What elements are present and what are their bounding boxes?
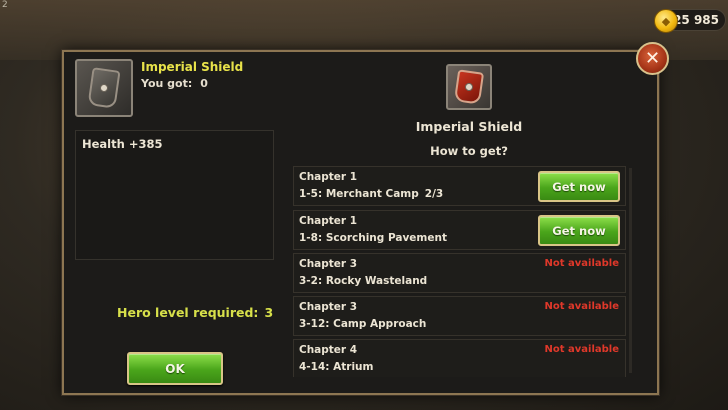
source-chapter: Chapter 3 xyxy=(299,258,358,270)
hero-level-label: Hero level required: xyxy=(117,305,259,320)
stage-name: 1-5: Merchant Camp xyxy=(299,188,419,200)
source-row: Chapter 4 4-14: Atrium Not available xyxy=(293,339,626,377)
item-icon-preview xyxy=(446,64,492,110)
shield-boss xyxy=(464,82,474,92)
source-stage: 1-5: Merchant Camp 2/3 xyxy=(299,188,443,200)
source-stage: 3-2: Rocky Wasteland xyxy=(299,275,427,287)
source-row: Chapter 3 3-2: Rocky Wasteland Not avail… xyxy=(293,253,626,293)
get-now-button[interactable]: Get now xyxy=(538,215,620,246)
hero-level-value: 3 xyxy=(264,305,274,320)
source-row: Chapter 1 1-5: Merchant Camp 2/3 Get now xyxy=(293,166,626,206)
source-stage: 1-8: Scorching Pavement xyxy=(299,232,447,244)
source-chapter: Chapter 3 xyxy=(299,301,358,313)
corner-number: 2 xyxy=(2,0,8,10)
you-got: You got: 0 xyxy=(141,77,208,90)
shield-boss xyxy=(99,83,109,93)
source-chapter: Chapter 1 xyxy=(299,215,358,227)
source-stage: 4-14: Atrium xyxy=(299,361,373,373)
shield-icon xyxy=(453,69,485,105)
not-available-label: Not available xyxy=(544,258,620,269)
stage-name: 3-2: Rocky Wasteland xyxy=(299,275,428,287)
shield-icon xyxy=(87,67,121,109)
source-list-scrollbar[interactable] xyxy=(629,168,632,373)
item-title: Imperial Shield xyxy=(141,60,244,74)
source-row: Chapter 1 1-8: Scorching Pavement Get no… xyxy=(293,210,626,250)
source-chapter: Chapter 4 xyxy=(299,344,358,356)
get-now-button[interactable]: Get now xyxy=(538,171,620,202)
gold-amount: 25 985 xyxy=(673,13,719,27)
how-to-get-heading: How to get? xyxy=(430,144,508,158)
ok-button[interactable]: OK xyxy=(127,352,223,385)
you-got-value: 0 xyxy=(200,77,208,90)
source-item-title: Imperial Shield xyxy=(415,119,523,134)
stage-name: 4-14: Atrium xyxy=(299,361,374,373)
stage-name: 1-8: Scorching Pavement xyxy=(299,232,447,244)
source-stage: 3-12: Camp Approach xyxy=(299,318,426,330)
source-list[interactable]: Chapter 1 1-5: Merchant Camp 2/3 Get now … xyxy=(288,166,640,377)
stage-progress: 2/3 xyxy=(424,188,444,200)
stage-name: 3-12: Camp Approach xyxy=(299,318,427,330)
stat-health: Health +385 xyxy=(82,137,163,151)
not-available-label: Not available xyxy=(544,344,620,355)
you-got-label: You got: xyxy=(141,77,193,90)
source-chapter: Chapter 1 xyxy=(299,171,358,183)
hero-level-required: Hero level required: 3 xyxy=(117,305,273,320)
item-icon-owned xyxy=(75,59,133,117)
close-icon: ✕ xyxy=(644,48,661,69)
coin-icon: ◆ xyxy=(654,9,678,33)
close-button[interactable]: ✕ xyxy=(636,42,669,75)
source-row: Chapter 3 3-12: Camp Approach Not availa… xyxy=(293,296,626,336)
not-available-label: Not available xyxy=(544,301,620,312)
